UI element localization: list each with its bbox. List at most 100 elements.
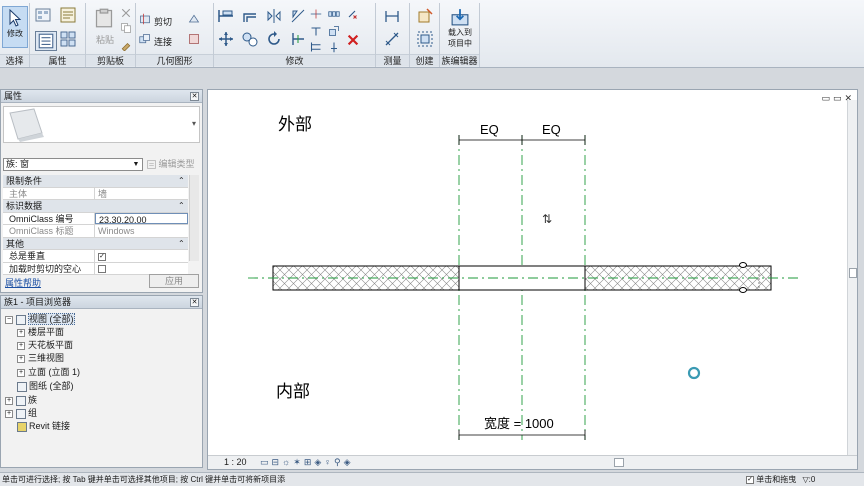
property-value[interactable]: Windows <box>95 225 188 237</box>
browser-tree-label: Revit 链接 <box>29 421 71 431</box>
eq-label-right[interactable]: EQ <box>542 122 561 137</box>
load-into-project-button[interactable]: 载入到 项目中 <box>444 6 476 48</box>
property-value[interactable]: ✓ <box>95 250 188 262</box>
family-category-icon[interactable] <box>60 7 76 23</box>
unpin-icon[interactable] <box>346 8 358 20</box>
vertical-scrollbar[interactable] <box>847 100 857 457</box>
cut-geometry-icon[interactable] <box>139 13 151 25</box>
horizontal-scroll-thumb[interactable] <box>614 458 624 467</box>
browser-tree-item[interactable]: Revit 链接 <box>5 420 70 432</box>
modify-button[interactable]: 修改 <box>2 6 28 48</box>
property-category-row[interactable]: 标识数据 ⌃ <box>3 200 188 213</box>
split-face-icon[interactable] <box>188 13 200 25</box>
cut-small-icon[interactable] <box>120 7 132 19</box>
scale-icon[interactable] <box>328 25 340 37</box>
browser-tree-item[interactable]: + 组 <box>5 407 37 419</box>
loading-spinner-icon <box>687 366 701 380</box>
width-dimension-label[interactable]: 宽度 = 1000 <box>484 416 554 431</box>
preview-dropdown-icon[interactable]: ▾ <box>192 119 196 128</box>
browser-tree-item[interactable]: − 视图 (全部) <box>5 313 75 325</box>
close-icon[interactable]: ✕ <box>190 298 199 307</box>
drag-checkbox[interactable]: ✓ <box>746 475 754 484</box>
copy-icon[interactable] <box>120 22 132 34</box>
revit-family-editor: 修改 选择 属性 粘贴 剪贴板 剪切 连接 几何图形 修改 测量 创建 载入到 … <box>0 0 864 486</box>
view-scale[interactable]: 1 : 20 <box>224 457 247 467</box>
flip-control-icon[interactable]: ⇅ <box>542 212 552 226</box>
browser-tree-item[interactable]: + 立面 (立面 1) <box>17 366 80 378</box>
exterior-label: 外部 <box>278 115 312 135</box>
create-group-icon[interactable] <box>417 31 433 47</box>
collapse-icon[interactable]: ⌃ <box>178 238 185 250</box>
browser-tree-label: 图纸 (全部) <box>29 381 74 391</box>
property-value[interactable]: 23.30.20.00 <box>95 212 188 224</box>
split-element-icon[interactable] <box>310 8 322 20</box>
family-types-icon[interactable] <box>35 7 51 23</box>
property-row[interactable]: 主体墙 <box>3 187 188 200</box>
trim-single-icon[interactable] <box>310 25 322 37</box>
property-row[interactable]: 总是垂直 ✓ <box>3 250 188 263</box>
property-category-row[interactable]: 其他 ⌃ <box>3 237 188 250</box>
match-properties-icon[interactable] <box>120 39 132 51</box>
view-control-icons[interactable]: ▭⊟☼✶⊞◈♀⚲◈ <box>260 457 354 468</box>
apply-button[interactable]: 应用 <box>149 274 199 288</box>
property-category-row[interactable]: 限制条件 ⌃ <box>3 175 188 188</box>
collapse-icon[interactable]: ⌃ <box>178 175 185 187</box>
move-icon[interactable] <box>218 31 234 47</box>
property-row[interactable]: OmniClass 标题 Windows <box>3 225 188 238</box>
expand-icon[interactable]: + <box>5 409 13 418</box>
properties-scrollbar[interactable] <box>189 175 199 261</box>
expand-icon[interactable]: + <box>17 328 25 337</box>
create-similar-icon[interactable] <box>417 8 433 24</box>
expand-icon[interactable]: + <box>17 354 25 363</box>
join-geometry-icon[interactable] <box>139 33 151 45</box>
expand-icon[interactable]: + <box>5 396 13 405</box>
properties-palette-header: 属性 ✕ <box>1 90 202 103</box>
type-selector[interactable]: 族: 窗 ▼ <box>3 158 143 171</box>
array-icon[interactable] <box>328 8 340 20</box>
type-properties-icon[interactable] <box>60 31 76 47</box>
trim-multiple-icon[interactable] <box>310 41 322 53</box>
drawing-canvas[interactable]: EQ EQ 宽度 = 1000 外部 内部 ⇅ <box>208 90 848 456</box>
paste-icon[interactable] <box>94 8 114 30</box>
eq-label-left[interactable]: EQ <box>480 122 499 137</box>
wall-end-grip-bottom[interactable] <box>739 287 747 293</box>
offset-icon[interactable] <box>242 8 258 24</box>
cut-label[interactable]: 剪切 <box>154 15 172 28</box>
browser-tree-item[interactable]: + 三维视图 <box>17 352 64 364</box>
collapse-icon[interactable]: ⌃ <box>178 200 185 212</box>
browser-tree-item[interactable]: + 天花板平面 <box>17 339 73 351</box>
mirror-draw-icon[interactable] <box>290 8 306 24</box>
ribbon-group-clipboard-label: 剪贴板 <box>86 54 135 66</box>
browser-tree-item[interactable]: 图纸 (全部) <box>5 380 74 392</box>
close-icon[interactable]: ✕ <box>190 92 199 101</box>
pin-icon[interactable] <box>328 41 340 53</box>
mirror-axis-icon[interactable] <box>266 8 282 24</box>
vertical-scroll-thumb[interactable] <box>849 268 857 278</box>
trim-extend-icon[interactable] <box>290 31 306 47</box>
ribbon-group-measure-label: 测量 <box>376 54 409 66</box>
collapse-icon[interactable]: − <box>5 315 13 324</box>
properties-help-link[interactable]: 属性帮助 <box>5 276 41 289</box>
delete-icon[interactable] <box>346 33 360 47</box>
browser-tree-item[interactable]: + 楼层平面 <box>17 326 64 338</box>
paint-icon[interactable] <box>188 33 200 45</box>
join-label[interactable]: 连接 <box>154 35 172 48</box>
properties-icon[interactable] <box>35 31 57 51</box>
property-value[interactable] <box>95 263 188 275</box>
expand-icon[interactable]: + <box>17 341 25 350</box>
aligned-dimension-icon[interactable] <box>384 31 400 47</box>
expand-icon[interactable]: + <box>17 368 25 377</box>
align-icon[interactable] <box>218 8 234 24</box>
edit-type-button[interactable]: 编辑类型 <box>147 158 199 171</box>
edit-type-label: 编辑类型 <box>158 159 195 169</box>
rotate-icon[interactable] <box>266 31 282 47</box>
property-checkbox[interactable] <box>98 265 106 274</box>
measure-icon[interactable] <box>384 8 400 24</box>
copy-element-icon[interactable] <box>242 31 258 47</box>
property-value[interactable]: 墙 <box>95 188 188 200</box>
browser-tree-item[interactable]: + 族 <box>5 394 37 406</box>
modify-button-label: 修改 <box>7 29 23 38</box>
property-row[interactable]: OmniClass 编号 23.30.20.00 <box>3 212 188 225</box>
wall-end-grip-top[interactable] <box>739 262 747 268</box>
property-checkbox[interactable]: ✓ <box>98 252 106 261</box>
